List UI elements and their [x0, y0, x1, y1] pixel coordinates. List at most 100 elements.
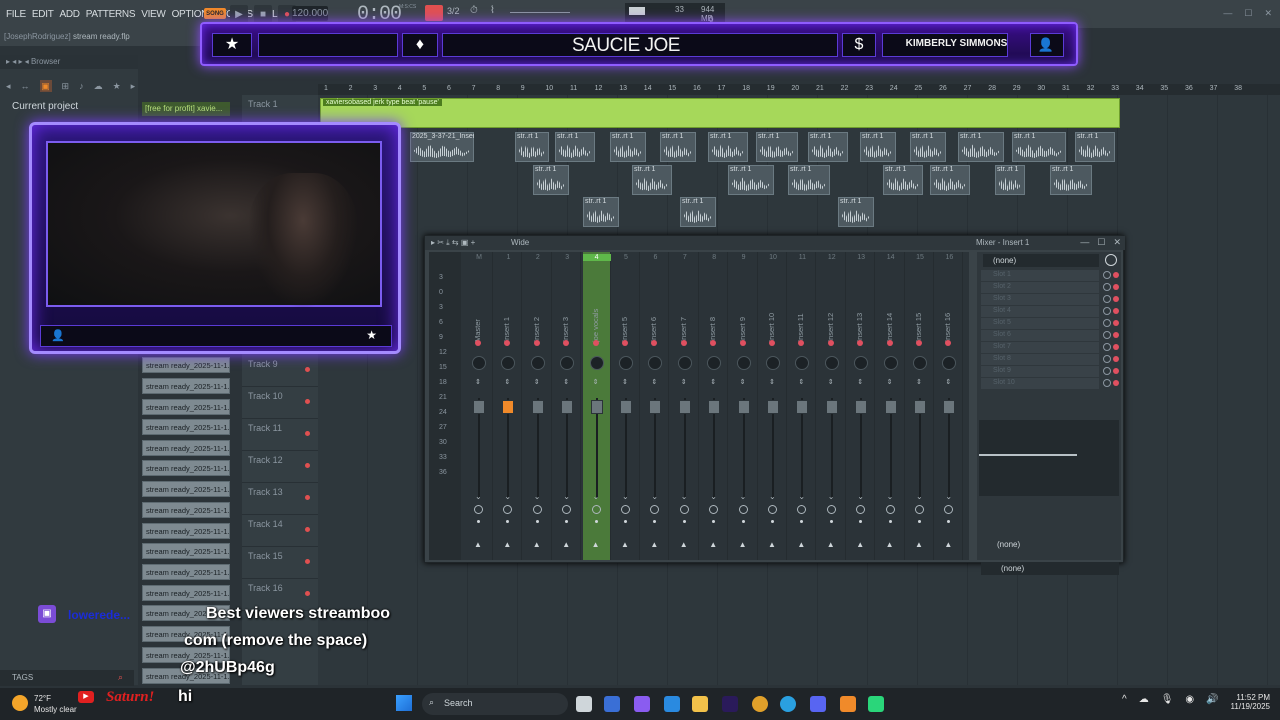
effect-slot[interactable]: Slot 5	[981, 318, 1099, 329]
minimize-icon[interactable]: —	[1080, 237, 1089, 248]
widgets-icon[interactable]	[604, 696, 620, 712]
output-select-2[interactable]: (none)	[981, 562, 1119, 575]
enable-led[interactable]	[739, 340, 746, 346]
pattern-display[interactable]: 3/2	[447, 6, 460, 16]
expand-icon[interactable]: ↔	[21, 81, 30, 91]
audio-clip[interactable]: str..rt 1	[533, 165, 569, 195]
timeline-ruler[interactable]: 1 2 3 4 5 6 7 8 9 10 11 12 13 14 15 16 17 18 19 20 21 22 23 24 2…	[318, 84, 1280, 95]
master-pitch-slider[interactable]	[510, 12, 570, 13]
stereo-knob[interactable]	[503, 505, 513, 514]
slot-mix-knob[interactable]	[1103, 355, 1111, 363]
pan-knob[interactable]	[854, 356, 869, 370]
volume-fader[interactable]	[825, 400, 838, 414]
track-header[interactable]: Track 12	[242, 451, 318, 483]
slot-mix-knob[interactable]	[1103, 295, 1111, 303]
volume-fader[interactable]	[531, 400, 544, 414]
outlook-icon[interactable]	[664, 696, 680, 712]
stereo-knob[interactable]	[621, 505, 630, 514]
metronome-icon[interactable]: ⏱	[470, 5, 478, 16]
audio-clip[interactable]: str..rt 1	[632, 165, 672, 195]
track-header[interactable]: Track 9	[242, 355, 318, 387]
stereo-knob[interactable]	[738, 505, 748, 514]
play-icon[interactable]: ▶	[230, 5, 248, 23]
slot-enable-led[interactable]	[1113, 284, 1119, 290]
premiere-icon[interactable]	[722, 696, 738, 712]
audio-clip[interactable]: str..rt 1	[610, 132, 646, 162]
slot-enable-led[interactable]	[1113, 272, 1119, 278]
pan-knob[interactable]	[501, 356, 516, 370]
volume-fader[interactable]	[943, 400, 956, 414]
browser-arrows-icon[interactable]: ▸ ◂ ▸ ◂	[6, 57, 31, 66]
volume-fader[interactable]	[737, 400, 750, 414]
audio-clip[interactable]: str..rt 1	[1075, 132, 1115, 162]
rack-item[interactable]: stream ready_2025-11-1...	[142, 481, 230, 497]
stereo-knob[interactable]	[709, 505, 719, 514]
clock-icon[interactable]	[1105, 254, 1117, 266]
enable-led[interactable]	[945, 340, 952, 346]
close-icon[interactable]: ✕	[1113, 237, 1121, 248]
pan-knob[interactable]	[530, 356, 545, 370]
track-header[interactable]: Track 14	[242, 515, 318, 547]
rack-item[interactable]: stream ready_2025-11-1...	[142, 502, 230, 518]
stereo-knob[interactable]	[591, 505, 601, 514]
effect-slot[interactable]: Slot 6	[981, 330, 1099, 341]
enable-led[interactable]	[857, 340, 864, 346]
volume-fader[interactable]	[502, 400, 515, 414]
track-mute-led[interactable]	[305, 495, 310, 500]
audio-clip[interactable]: str..rt 1	[883, 165, 923, 195]
taskbar-search[interactable]: ⌕ Search	[422, 693, 568, 715]
audio-clip[interactable]: 2025_3-37-21_Insert 1	[410, 132, 474, 162]
effect-slot[interactable]: Slot 9	[981, 366, 1099, 377]
effect-slot[interactable]: Slot 10	[981, 378, 1099, 389]
track-mute-led[interactable]	[305, 399, 310, 404]
slot-enable-led[interactable]	[1113, 368, 1119, 374]
volume-fader[interactable]	[590, 400, 603, 414]
enable-led[interactable]	[563, 340, 570, 346]
slot-mix-knob[interactable]	[1103, 319, 1111, 327]
mixer-strip[interactable]: 10 Insert 10 ⇕ ⌄ ▲	[759, 252, 787, 560]
slot-enable-led[interactable]	[1113, 332, 1119, 338]
audio-clip[interactable]: str..rt 1	[515, 132, 549, 162]
audio-clip[interactable]: str..rt 1	[1012, 132, 1066, 162]
enable-led[interactable]	[710, 340, 717, 346]
audio-clip[interactable]: str..rt 1	[958, 132, 1004, 162]
search-icon[interactable]: ⌕	[118, 672, 123, 683]
mixer-strip[interactable]: M Master ⇕ ⌄ ▲	[465, 252, 493, 560]
sound-icon[interactable]: ♪	[79, 81, 84, 91]
stereo-knob[interactable]	[650, 505, 660, 514]
rack-item[interactable]: stream ready_2025-11-1...	[142, 460, 230, 476]
task-view-icon[interactable]	[576, 696, 592, 712]
stereo-knob[interactable]	[474, 505, 483, 514]
enable-led[interactable]	[504, 340, 511, 346]
effect-slot[interactable]: Slot 2	[981, 282, 1099, 293]
stop-icon[interactable]: ■	[254, 5, 272, 23]
wifi-icon[interactable]: ◉	[1185, 694, 1194, 705]
stereo-knob[interactable]	[885, 505, 895, 514]
slot-mix-knob[interactable]	[1103, 367, 1111, 375]
pan-knob[interactable]	[736, 356, 751, 370]
mixer-strip[interactable]: 8 Insert 8 ⇕ ⌄ ▲	[700, 252, 729, 560]
rack-item[interactable]: stream ready_2025-11-1...	[142, 399, 230, 415]
rack-item[interactable]: stream ready_2025-11-1...	[142, 543, 230, 559]
effect-slot[interactable]: Slot 8	[981, 354, 1099, 365]
menu-item-file[interactable]: FILE	[6, 9, 26, 20]
track-header[interactable]: Track 10	[242, 387, 318, 419]
pan-knob[interactable]	[824, 356, 839, 370]
track-header[interactable]: Track 13	[242, 483, 318, 515]
pan-knob[interactable]	[472, 356, 486, 370]
mixer-strip[interactable]: 6 Insert 6 ⇕ ⌄ ▲	[641, 252, 670, 560]
current-project-item[interactable]: Current project	[0, 101, 138, 115]
audio-clip[interactable]: str..rt 1	[860, 132, 896, 162]
stereo-knob[interactable]	[562, 505, 572, 514]
rack-item[interactable]: stream ready_2025-11-1...	[142, 378, 230, 394]
copilot-icon[interactable]	[634, 696, 650, 712]
track-header[interactable]: Track 11	[242, 419, 318, 451]
volume-icon[interactable]: 🔊	[1206, 694, 1218, 705]
mixer-strip[interactable]: 12 Insert 12 ⇕ ⌄ ▲	[818, 252, 846, 560]
menu-item-add[interactable]: ADD	[60, 9, 81, 20]
volume-fader[interactable]	[914, 400, 926, 414]
project-view-icon[interactable]: ▣	[39, 80, 52, 92]
pan-knob[interactable]	[648, 356, 663, 370]
pan-knob[interactable]	[619, 356, 633, 370]
mixer-strip[interactable]: 1 Insert 1 ⇕ ⌄ ▲	[494, 252, 523, 560]
